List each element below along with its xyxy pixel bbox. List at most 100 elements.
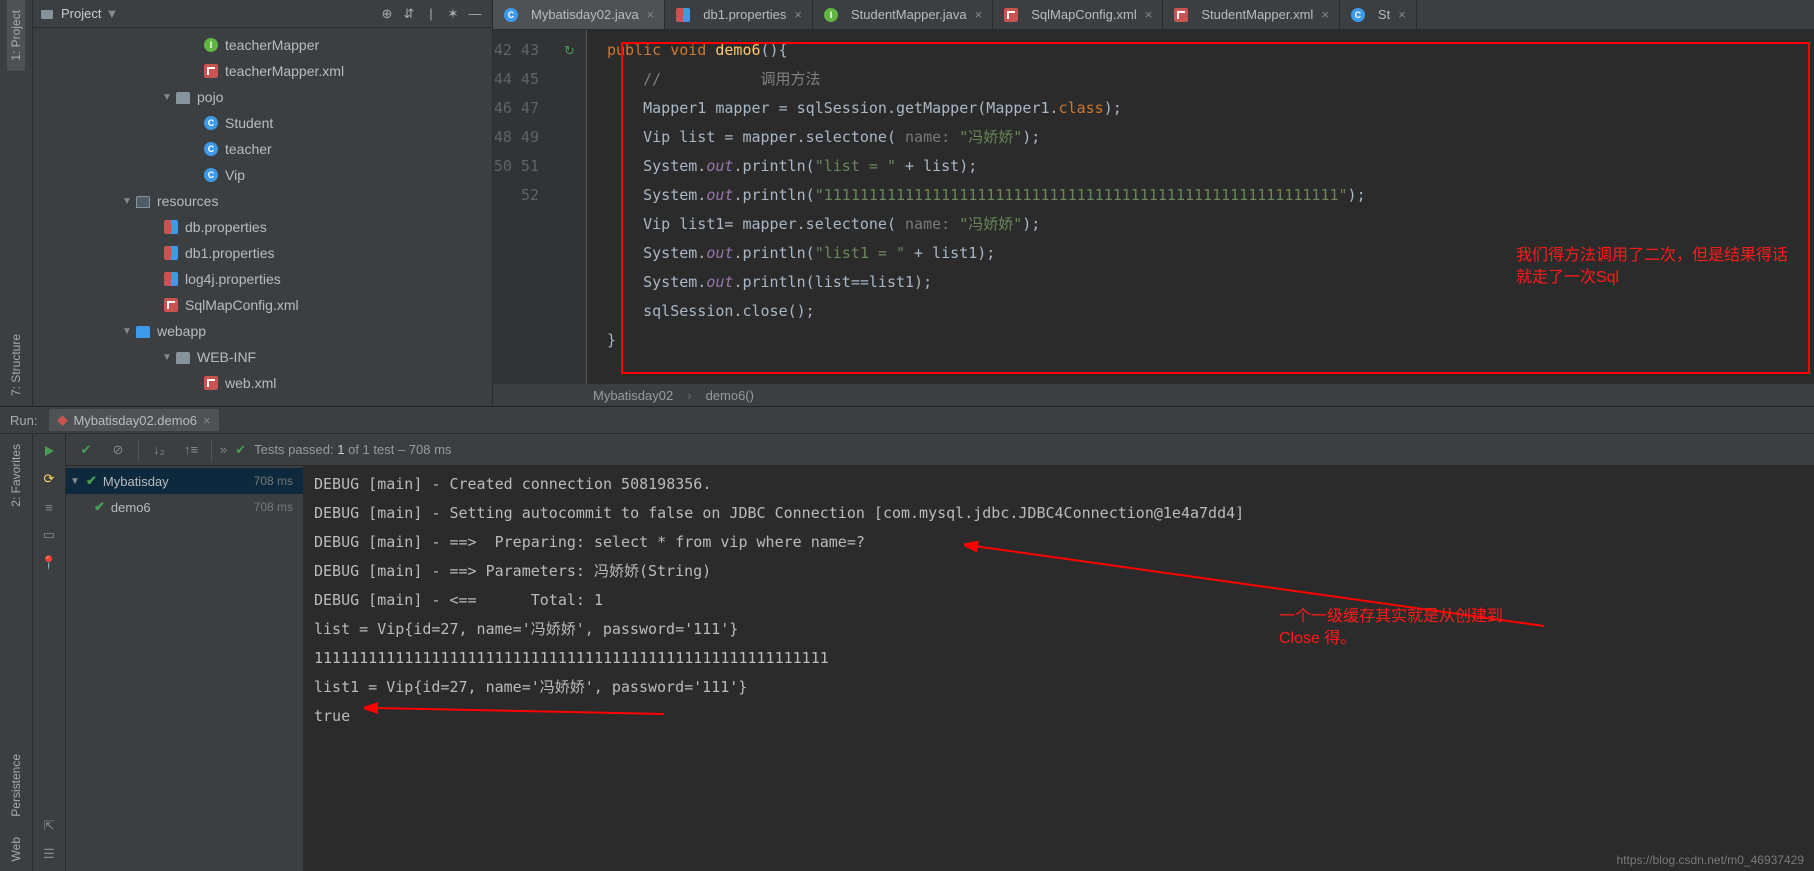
tree-folder-webapp[interactable]: ▼ webapp [33, 318, 492, 344]
project-icon [39, 6, 55, 22]
tree-node-class[interactable]: CVip [33, 162, 492, 188]
test-tree-root[interactable]: ▼ ✔ Mybatisday 708 ms [66, 468, 303, 494]
breadcrumb-class[interactable]: Mybatisday02 [593, 388, 673, 403]
watermark: https://blog.csdn.net/m0_46937429 [1617, 853, 1804, 867]
tree-label: resources [157, 193, 218, 209]
close-icon[interactable]: × [1398, 7, 1406, 22]
console-output[interactable]: DEBUG [main] - Created connection 508198… [304, 466, 1814, 871]
gear-icon[interactable]: ✶ [442, 3, 464, 25]
tree-label: db.properties [185, 219, 267, 235]
editor-tabstrip: C Mybatisday02.java × db1.properties × I… [493, 0, 1814, 30]
rerun-button[interactable] [38, 440, 60, 462]
chevron-down-icon[interactable]: ▼ [70, 476, 80, 487]
layout-button[interactable]: ▭ [38, 524, 60, 546]
tool-window-bar-left-lower: 2: Favorites Persistence Web [0, 434, 33, 871]
tree-label: SqlMapConfig.xml [185, 297, 299, 313]
file-icon: C [503, 7, 519, 23]
tree-node-class[interactable]: Cteacher [33, 136, 492, 162]
tree-node-xml[interactable]: teacherMapper.xml [33, 58, 492, 84]
file-icon [1173, 7, 1189, 23]
test-tree-leaf[interactable]: ✔ demo6 708 ms [66, 494, 303, 520]
gutter-icons: ↻ [553, 30, 587, 384]
run-control-column: ⟳ ≡ ▭ 📍 ⇱ ☰ [33, 434, 66, 871]
tree-node-xml[interactable]: SqlMapConfig.xml [33, 292, 492, 318]
check-button[interactable]: ✔ [74, 438, 98, 462]
breadcrumb-bar: Mybatisday02 › demo6() [493, 384, 1814, 406]
tree-node-properties[interactable]: db1.properties [33, 240, 492, 266]
editor-tab[interactable]: C St × [1340, 0, 1417, 29]
stop-button[interactable]: ≡ [38, 496, 60, 518]
test-name: demo6 [111, 500, 151, 515]
code-area[interactable]: public void demo6(){ // 调用方法 Mapper1 map… [587, 30, 1814, 384]
tool-tab-persistence[interactable]: Persistence [7, 744, 25, 827]
collapse-icon[interactable]: ⇵ [398, 3, 420, 25]
check-icon: ✔ [235, 442, 246, 458]
locate-icon[interactable]: ⊕ [376, 3, 398, 25]
editor-tab[interactable]: StudentMapper.xml × [1163, 0, 1340, 29]
more-button[interactable]: ☰ [38, 843, 60, 865]
toggle-button[interactable]: ⟳ [38, 468, 60, 490]
run-gutter-icon[interactable]: ↻ [564, 43, 575, 59]
run-config-tab[interactable]: ◆ Mybatisday02.demo6 × [49, 409, 218, 431]
chevron-down-icon[interactable]: ▼ [161, 352, 173, 363]
tree-node-class[interactable]: CStudent [33, 110, 492, 136]
close-icon[interactable]: × [647, 7, 655, 22]
editor-tab[interactable]: C Mybatisday02.java × [493, 0, 665, 29]
editor-tab[interactable]: I StudentMapper.java × [813, 0, 993, 29]
test-name: Mybatisday [103, 474, 169, 489]
tree-label: WEB-INF [197, 349, 256, 365]
tree-node-interface[interactable]: IteacherMapper [33, 32, 492, 58]
annotation-arrow-2 [364, 696, 684, 726]
tree-label: webapp [157, 323, 206, 339]
close-icon[interactable]: × [203, 413, 211, 428]
tree-node-properties[interactable]: db.properties [33, 214, 492, 240]
chevron-down-icon[interactable]: ▼ [121, 326, 133, 337]
project-tool-window: Project ▼ ⊕ ⇵ | ✶ — IteacherMapper teach… [33, 0, 493, 406]
tool-tab-web[interactable]: Web [7, 827, 25, 871]
chevron-down-icon[interactable]: ▼ [161, 92, 173, 103]
tool-tab-project[interactable]: 1: Project [7, 0, 25, 71]
run-config-name: Mybatisday02.demo6 [73, 413, 197, 428]
close-icon[interactable]: × [1321, 7, 1329, 22]
run-tool-window: Run: ◆ Mybatisday02.demo6 × 2: Favorites… [0, 406, 1814, 871]
tab-label: StudentMapper.java [851, 7, 967, 22]
disable-button[interactable]: ⊘ [106, 438, 130, 462]
sort-button[interactable]: ↓₂ [147, 438, 171, 462]
tree-folder-webinf[interactable]: ▼ WEB-INF [33, 344, 492, 370]
tree-label: pojo [197, 89, 223, 105]
tree-label: teacherMapper [225, 37, 319, 53]
chevron-down-icon[interactable]: ▼ [121, 196, 133, 207]
tree-node-properties[interactable]: log4j.properties [33, 266, 492, 292]
editor-tab[interactable]: db1.properties × [665, 0, 813, 29]
tree-label: web.xml [225, 375, 276, 391]
project-tree[interactable]: IteacherMapper teacherMapper.xml ▼ pojo C… [33, 28, 492, 406]
tool-tab-structure[interactable]: 7: Structure [7, 324, 25, 406]
editor-tab[interactable]: SqlMapConfig.xml × [993, 0, 1163, 29]
chevron-down-icon[interactable]: ▼ [105, 6, 118, 21]
test-tree[interactable]: ▼ ✔ Mybatisday 708 ms ✔ demo6 708 ms [66, 466, 304, 871]
project-header: Project ▼ ⊕ ⇵ | ✶ — [33, 0, 492, 28]
test-toolbar: ✔ ⊘ ↓₂ ↑≡ » ✔ Tests passed: 1 of 1 test … [66, 434, 1814, 466]
code-viewport[interactable]: 42 43 44 45 46 47 48 49 50 51 52 ↻ publi… [493, 30, 1814, 384]
pin-button[interactable]: 📍 [38, 552, 60, 574]
breadcrumb-method[interactable]: demo6() [706, 388, 754, 403]
file-icon: C [1350, 7, 1366, 23]
tree-folder-pojo[interactable]: ▼ pojo [33, 84, 492, 110]
tool-tab-favorites[interactable]: 2: Favorites [7, 434, 25, 517]
test-time: 708 ms [254, 474, 299, 488]
tree-label: teacherMapper.xml [225, 63, 344, 79]
tab-label: St [1378, 7, 1390, 22]
project-title[interactable]: Project [61, 6, 101, 21]
breadcrumb-sep: › [687, 388, 691, 403]
close-icon[interactable]: × [1145, 7, 1153, 22]
diamond-icon: ◆ [57, 412, 67, 428]
run-label: Run: [10, 413, 37, 428]
export-button[interactable]: ⇱ [38, 815, 60, 837]
sort2-button[interactable]: ↑≡ [179, 438, 203, 462]
test-time: 708 ms [254, 500, 299, 514]
hide-icon[interactable]: — [464, 3, 486, 25]
tree-node-xml[interactable]: web.xml [33, 370, 492, 396]
close-icon[interactable]: × [975, 7, 983, 22]
close-icon[interactable]: × [794, 7, 802, 22]
tree-folder-resources[interactable]: ▼ resources [33, 188, 492, 214]
